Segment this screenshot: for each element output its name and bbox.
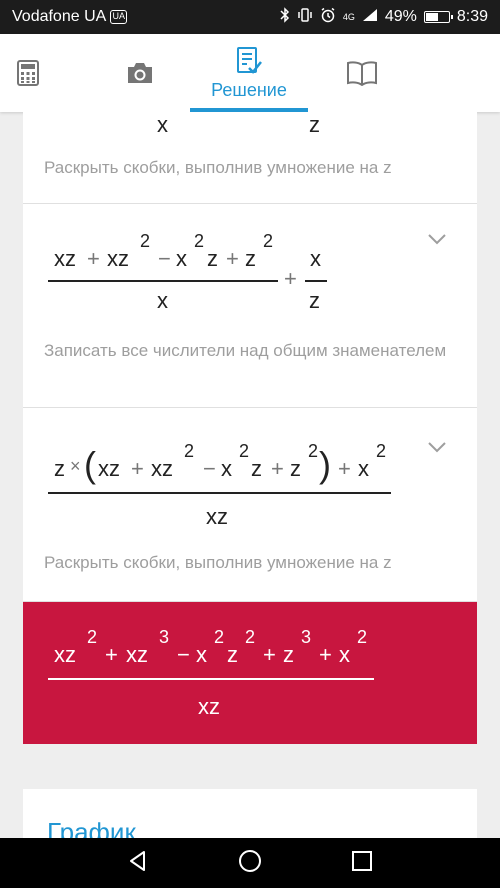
final-result: xz 2 + xz 3 − x 2 z 2 + z 3 + x 2 xz (23, 602, 477, 744)
exponent: 2 (263, 231, 274, 251)
exponent: 2 (239, 441, 250, 461)
exponent: 3 (159, 627, 170, 647)
fraction-bar (48, 492, 391, 494)
graph-title: График (47, 817, 136, 838)
step-description: Раскрыть скобки, выполнив умножение на z (44, 553, 392, 572)
operator: + (226, 246, 239, 271)
book-icon (346, 60, 378, 86)
recents-button[interactable] (322, 838, 402, 888)
denominator-right: z (309, 112, 320, 137)
operator: − (177, 642, 190, 667)
fraction-bar (48, 678, 374, 680)
tab-solution-label: Решение (211, 79, 287, 100)
back-icon (128, 850, 148, 877)
exponent: 2 (194, 231, 205, 251)
carrier-name: Vodafone UA (12, 8, 107, 25)
status-bar: Vodafone UA UA 4G 49% 8:39 (0, 0, 500, 34)
exponent: 2 (376, 441, 387, 461)
operator: − (203, 456, 216, 481)
term-xz: xz (54, 642, 76, 667)
term-xz: xz (107, 246, 129, 271)
operator: + (263, 642, 276, 667)
tab-solution[interactable]: Решение (190, 34, 308, 112)
chevron-down-icon[interactable] (427, 440, 447, 458)
denominator: xz (198, 694, 220, 719)
tab-camera[interactable] (112, 34, 168, 112)
exponent: 2 (184, 441, 195, 461)
exponent: 2 (245, 627, 256, 647)
term-z: z (207, 246, 218, 271)
network-type: 4G (342, 11, 355, 22)
solution-step: z × ( xz + xz 2 − x 2 z + z 2 ) + x 2 xz… (23, 408, 477, 602)
exponent: 2 (87, 627, 98, 647)
operator: × (70, 456, 81, 476)
battery-percent: 49% (384, 8, 417, 25)
term-z: z (54, 456, 65, 481)
step-description: Раскрыть скобки, выполнив умножение на z (44, 158, 392, 177)
solution-step: xz + xz 2 − x 2 z + z 2 x + x z Записать… (23, 204, 477, 408)
step-description: Записать все числители над общим знамена… (44, 341, 447, 360)
term-x: x (339, 642, 350, 667)
exponent: 2 (357, 627, 368, 647)
solution-icon (235, 46, 263, 76)
solution-step: x z Раскрыть скобки, выполнив умножение … (23, 112, 477, 204)
tab-book[interactable] (334, 34, 390, 112)
numerator: x (310, 246, 321, 271)
exponent: 3 (301, 627, 312, 647)
bluetooth-icon (280, 6, 290, 28)
vibrate-icon (297, 7, 313, 28)
term-x: x (176, 246, 187, 271)
camera-icon (125, 61, 155, 85)
term-xz: xz (126, 642, 148, 667)
denominator-left: x (157, 112, 168, 137)
calculator-icon (17, 60, 39, 86)
battery-icon (423, 11, 453, 23)
system-nav-bar (0, 838, 500, 888)
solution-content[interactable]: x z Раскрыть скобки, выполнив умножение … (0, 112, 500, 838)
exponent: 2 (214, 627, 225, 647)
back-button[interactable] (98, 838, 178, 888)
denominator: xz (206, 504, 228, 529)
sim-badge: UA (110, 10, 128, 24)
term-xz: xz (98, 456, 120, 481)
term-x: x (221, 456, 232, 481)
operator: + (271, 456, 284, 481)
right-paren: ) (319, 444, 331, 485)
term-xz: xz (54, 246, 76, 271)
home-icon (238, 849, 262, 878)
term-z: z (227, 642, 238, 667)
alarm-icon (320, 7, 336, 28)
term-xz: xz (151, 456, 173, 481)
operator: + (105, 642, 118, 667)
term-x: x (358, 456, 369, 481)
exponent: 2 (308, 441, 319, 461)
exponent: 2 (140, 231, 151, 251)
operator: + (284, 266, 297, 291)
operator: + (87, 246, 100, 271)
term-z: z (290, 456, 301, 481)
signal-icon (362, 8, 378, 27)
denominator: x (157, 288, 168, 313)
operator: − (158, 246, 171, 271)
tab-calculator[interactable] (0, 34, 56, 112)
term-z: z (251, 456, 262, 481)
operator: + (319, 642, 332, 667)
battery-fill (425, 13, 438, 21)
home-button[interactable] (210, 838, 290, 888)
chevron-down-icon[interactable] (427, 232, 447, 250)
left-paren: ( (84, 444, 96, 485)
clock: 8:39 (456, 8, 488, 25)
denominator: z (309, 288, 320, 313)
graph-card[interactable]: График (23, 789, 477, 838)
app-toolbar: Решение (0, 34, 500, 112)
term-z: z (283, 642, 294, 667)
recents-icon (351, 850, 373, 877)
fraction-bar (48, 280, 278, 282)
solution-steps-card: x z Раскрыть скобки, выполнив умножение … (23, 112, 477, 744)
fraction-bar (305, 280, 327, 282)
operator: + (338, 456, 351, 481)
term-x: x (196, 642, 207, 667)
operator: + (131, 456, 144, 481)
term-z: z (245, 246, 256, 271)
